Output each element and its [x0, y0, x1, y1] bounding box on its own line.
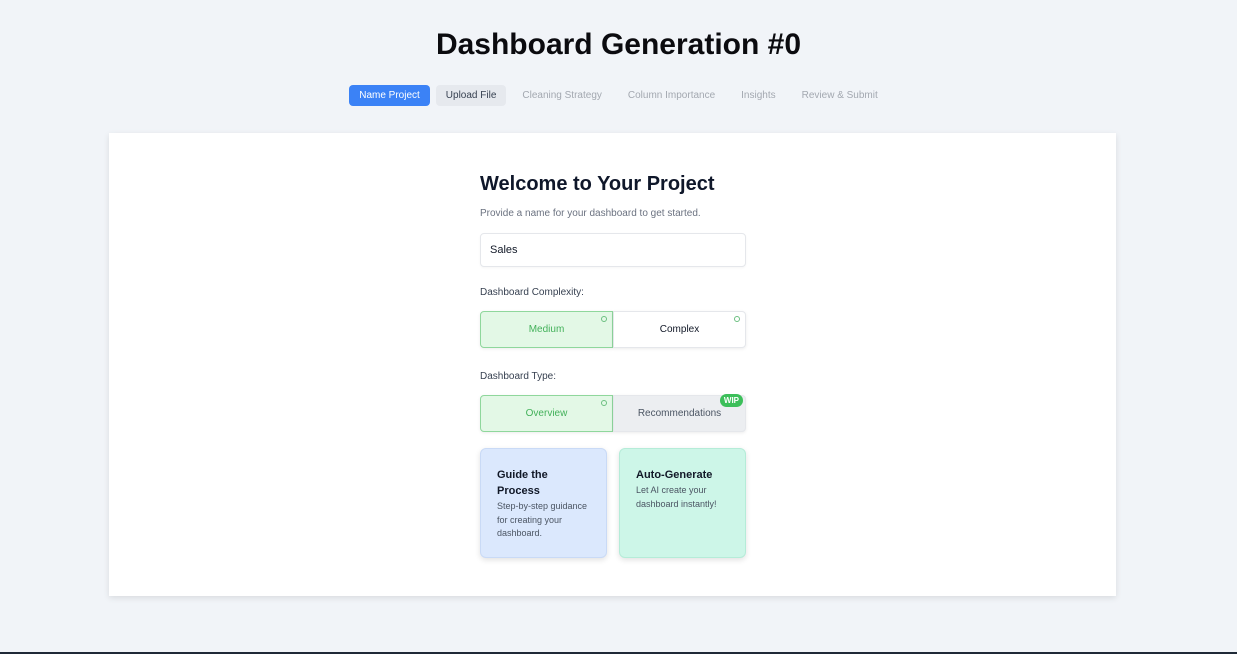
auto-generate-tile[interactable]: Auto-Generate Let AI create your dashboa…: [619, 448, 746, 558]
radio-dot-icon: [601, 316, 607, 322]
project-card: Welcome to Your Project Provide a name f…: [109, 133, 1116, 596]
step-review-submit[interactable]: Review & Submit: [792, 85, 888, 106]
radio-dot-icon: [734, 316, 740, 322]
step-upload-file[interactable]: Upload File: [435, 85, 507, 106]
page: Dashboard Generation #0 Name Project Upl…: [0, 0, 1237, 654]
option-label: Medium: [528, 324, 565, 335]
type-label: Dashboard Type:: [480, 371, 556, 382]
tile-description: Let AI create your dashboard instantly!: [636, 485, 717, 509]
complexity-selector: Medium Complex: [480, 311, 746, 348]
type-option-overview[interactable]: Overview: [480, 395, 613, 432]
project-form: Welcome to Your Project Provide a name f…: [480, 173, 746, 558]
wip-badge: WIP: [719, 394, 743, 407]
type-option-recommendations[interactable]: Recommendations WIP: [613, 394, 746, 432]
option-label: Overview: [525, 408, 568, 419]
complexity-label: Dashboard Complexity:: [480, 287, 584, 298]
option-label: Complex: [659, 324, 700, 335]
radio-dot-icon: [601, 400, 607, 406]
step-name-project[interactable]: Name Project: [349, 85, 430, 106]
form-subtext: Provide a name for your dashboard to get…: [480, 208, 701, 219]
step-insights[interactable]: Insights: [731, 85, 785, 106]
step-cleaning-strategy[interactable]: Cleaning Strategy: [512, 85, 612, 106]
type-selector: Overview Recommendations WIP: [480, 394, 746, 432]
page-title: Dashboard Generation #0: [435, 28, 802, 61]
guide-process-tile[interactable]: Guide the Process Step-by-step guidance …: [480, 448, 607, 558]
tile-title: Guide the Process: [497, 469, 548, 497]
mode-tiles: Guide the Process Step-by-step guidance …: [480, 448, 746, 558]
step-column-importance[interactable]: Column Importance: [618, 85, 725, 106]
project-name-input[interactable]: [480, 233, 746, 267]
complexity-option-medium[interactable]: Medium: [480, 311, 613, 348]
tile-title: Auto-Generate: [636, 469, 713, 481]
complexity-option-complex[interactable]: Complex: [613, 311, 746, 348]
option-label: Recommendations: [637, 408, 722, 419]
form-heading: Welcome to Your Project: [480, 173, 715, 195]
stepper: Name Project Upload File Cleaning Strate…: [0, 85, 1237, 106]
tile-description: Step-by-step guidance for creating your …: [497, 501, 588, 538]
